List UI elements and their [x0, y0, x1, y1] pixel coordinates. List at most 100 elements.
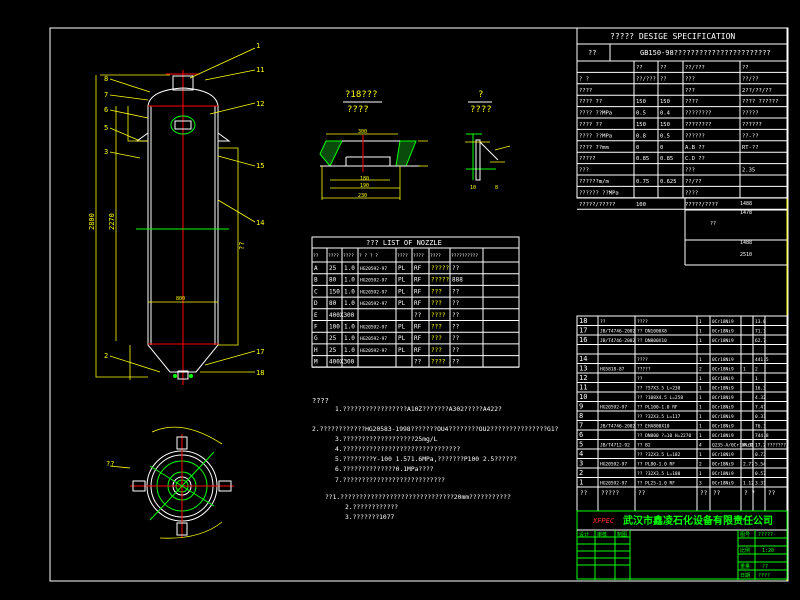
nozzle-cell: D — [314, 300, 318, 307]
parts-cell: 17.2 — [755, 443, 766, 449]
parts-cell: ?? DN800 ?=10 H=2270 — [637, 433, 691, 439]
spec-cell: 150 — [660, 99, 670, 105]
note-line: 6.??????????????0.1MPa???? — [335, 466, 434, 473]
parts-header-cell: ?? — [713, 490, 721, 497]
parts-cell: HG20592-97 — [600, 462, 627, 468]
spec-cell: 0.75 — [636, 179, 649, 185]
spec-cell: ???????? — [685, 111, 712, 117]
parts-cell: 0Cr18Ni9 — [712, 424, 734, 430]
vessel-elevation: 1 11 12 15 14 17 18 8 7 6 5 3 2 2800 227… — [88, 42, 264, 385]
parts-cell: 1 — [699, 405, 702, 411]
spec-cell: ?? — [660, 65, 667, 71]
parts-cell: ?? DN800X10 — [637, 338, 667, 344]
spec-cell: ???? ?? — [579, 122, 602, 128]
section-2-subtitle: ???? — [470, 105, 492, 115]
parts-cell: JB/T4746-2002 — [600, 338, 636, 344]
parts-header-cell: ?? — [768, 490, 776, 497]
parts-cell: 1 — [699, 357, 702, 363]
nozzle-cell: RF — [414, 300, 422, 307]
parts-list-table: 18?????? 1 0Cr18Ni9 13.017 JB/T4746-2002?? D… — [576, 315, 788, 512]
spec-cell: ??/?? — [742, 76, 759, 82]
spec-cell: ?? — [742, 65, 749, 71]
spec-cell: 0 — [660, 145, 663, 151]
callout-3: 3 — [104, 148, 108, 156]
value-drawing-no: ????? — [758, 532, 773, 538]
nozzle-cell: 150 — [329, 288, 340, 295]
spec-cell: ???? ?? — [579, 99, 602, 105]
nozzle-header-cell: ?? — [313, 253, 319, 259]
value-scale: 1:20 — [762, 548, 774, 554]
nozzle-cell: ??? — [431, 335, 442, 342]
parts-cell: 16.3 — [755, 386, 766, 392]
nozzle-cell: 25 — [329, 335, 337, 342]
nozzle-header-cell: ???? — [397, 253, 408, 259]
parts-cell: 0Cr18Ni9 — [712, 338, 734, 344]
parts-cell: 62.7 — [755, 338, 766, 344]
label-date: 日期 — [740, 573, 750, 579]
spec-cell: ???? ?????? — [742, 99, 778, 105]
callout-8: 8 — [104, 75, 108, 83]
parts-cell: 4.32 — [755, 395, 766, 401]
nozzle-header-cell: ???? — [328, 253, 339, 259]
value-weight: ?? — [762, 564, 768, 570]
note-line: 3.???????1077 — [345, 514, 394, 521]
nozzle-cell: HG20592-97 — [360, 289, 387, 295]
section-2-dim: 10 — [470, 185, 476, 191]
parts-cell: 0Cr18Ni9 — [712, 471, 734, 477]
nozzle-cell: HG20592-97 — [360, 301, 387, 307]
nozzle-cell: ?? — [452, 347, 460, 354]
spec-cell: C.D ?? — [685, 156, 705, 162]
parts-cell: HG5818-87 — [600, 367, 625, 373]
callout-15: 15 — [256, 162, 264, 170]
parts-cell: JB/T4746-2002 — [600, 424, 636, 430]
parts-cell: JB/T4746-2002 — [600, 329, 636, 335]
note-line: 7.??????????????????????????? — [335, 477, 445, 484]
parts-cell: 11 — [579, 384, 587, 392]
spec-cell: A.B ?? — [685, 145, 705, 151]
note-line: 2.????????????HG20583-1998???????OU4????… — [312, 426, 559, 433]
spec-cell: ???? — [579, 88, 592, 94]
section-1-subtitle: ???? — [347, 105, 369, 115]
label-weight: 重量 — [740, 563, 750, 570]
nozzle-cell: RF — [414, 265, 422, 272]
nozzle-cell: ?? — [452, 312, 460, 319]
spec-cell: ?? — [660, 76, 667, 82]
nozzle-cell: C — [314, 288, 318, 295]
nozzle-cell: ????? — [431, 277, 449, 284]
nozzle-header-cell: ???? — [343, 253, 354, 259]
parts-cell: 0.73 — [755, 452, 766, 458]
parts-cell: 3 — [579, 460, 583, 468]
section-view-2: ? ???? 10 8 — [465, 90, 511, 191]
spec-cell: ??-?? — [742, 133, 759, 139]
spec-cell: 150 — [660, 122, 670, 128]
label-drawing-no: 图号 — [740, 532, 750, 538]
nozzle-cell: ?? — [452, 335, 460, 342]
parts-header-cell: ?? — [638, 490, 646, 497]
spec-cell: 0.625 — [660, 179, 677, 185]
design-spec-table: ????? DESIGE SPECIFICATION ?? GB150-98??… — [576, 27, 788, 210]
nozzle-cell: RF — [414, 335, 422, 342]
label-design: 设计 — [579, 531, 589, 538]
nozzle-cell: RF — [414, 288, 422, 295]
dim-right: ?? — [238, 242, 246, 250]
parts-cell: 16 — [579, 336, 587, 344]
parts-header-cell: ? ? — [744, 490, 755, 497]
parts-cell: 0Cr18Ni9 — [712, 462, 734, 468]
dimension-lines — [95, 74, 239, 380]
spec-cell: ??????m/m — [579, 179, 609, 185]
parts-cell: ?? ?57X3.5 L=230 — [637, 386, 681, 392]
parts-cell: 17 — [579, 327, 587, 335]
spec-cell: ???? ??MPa — [579, 111, 612, 117]
parts-cell: 9 — [579, 403, 583, 411]
spec-cell: ??? — [685, 76, 695, 82]
parts-cell: ??????? — [767, 443, 786, 449]
spec-extra: 1488 — [740, 240, 752, 246]
nozzle-cell: A — [314, 265, 318, 272]
callout-14: 14 — [256, 219, 264, 227]
parts-cell: ?? — [637, 376, 643, 382]
company-name: 武汉市鑫凌石化设备有限责任公司 — [623, 514, 773, 527]
section-2-dim: 8 — [495, 185, 498, 191]
spec-extra: 2510 — [740, 252, 752, 258]
nozzle-cell: ?? — [452, 288, 460, 295]
spec-cell: 0.5 — [660, 133, 670, 139]
